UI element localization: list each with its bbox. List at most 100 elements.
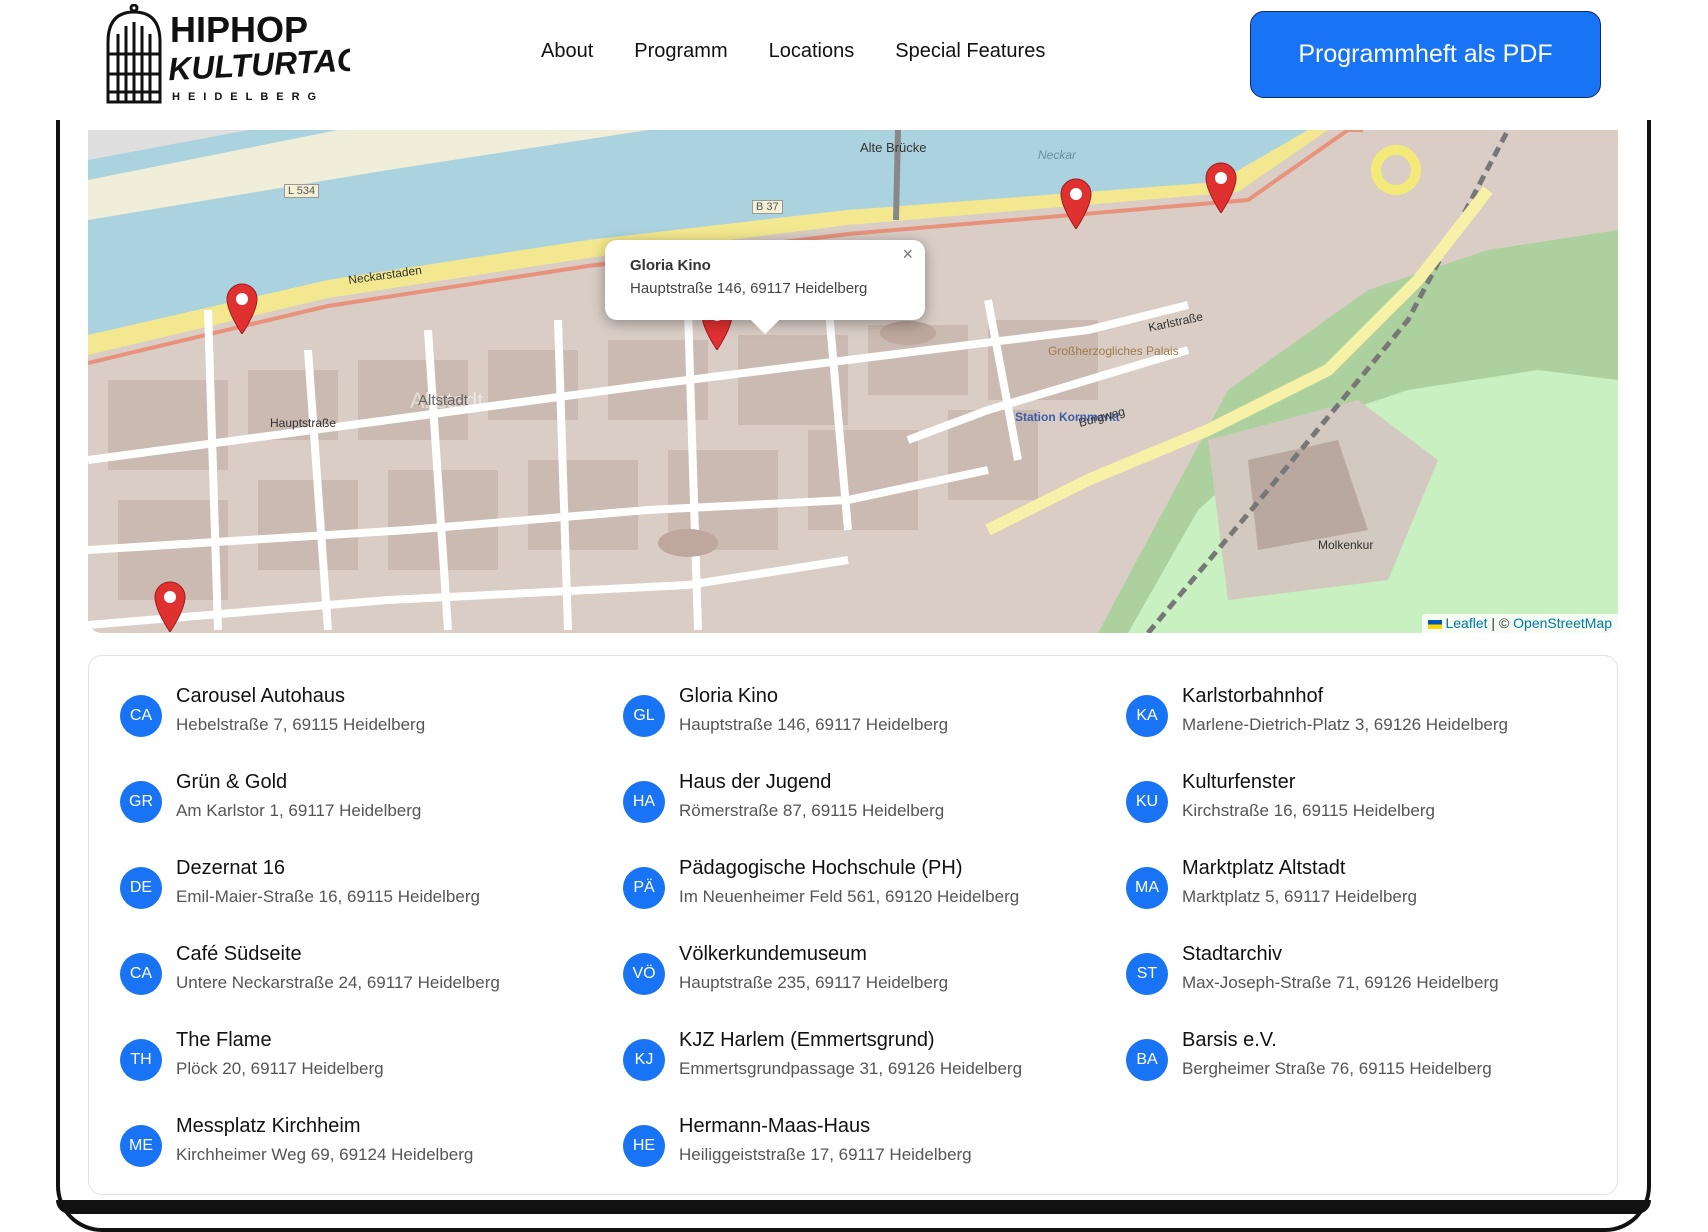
- list-item[interactable]: CA Café Südseite Untere Neckarstraße 24, 6…: [89, 943, 569, 1029]
- location-badge: GL: [623, 695, 665, 737]
- location-badge: VÖ: [623, 953, 665, 995]
- location-badge: HE: [623, 1125, 665, 1167]
- location-address: Emmertsgrundpassage 31, 69126 Heidelberg: [679, 1059, 1023, 1078]
- location-name: Karlstorbahnhof: [1182, 685, 1324, 707]
- location-address: Hauptstraße 235, 69117 Heidelberg: [679, 973, 949, 992]
- location-name: Kulturfenster: [1182, 771, 1296, 793]
- location-badge: HA: [623, 781, 665, 823]
- list-item[interactable]: TH The Flame Plöck 20, 69117 Heidelberg: [89, 1029, 569, 1115]
- location-badge: DE: [120, 867, 162, 909]
- location-badge: KA: [1126, 695, 1168, 737]
- list-item[interactable]: KU Kulturfenster Kirchstraße 16, 69115 Hei…: [1095, 771, 1575, 857]
- logo-text-hiphop: HIPHOP: [170, 9, 308, 50]
- location-badge: ST: [1126, 953, 1168, 995]
- map-marker[interactable]: [153, 580, 187, 632]
- map-label-l534: L 534: [284, 184, 320, 198]
- location-address: Am Karlstor 1, 69117 Heidelberg: [176, 801, 422, 820]
- location-name: Stadtarchiv: [1182, 943, 1283, 965]
- locations-column-3: KA Karlstorbahnhof Marlene-Dietrich-Platz …: [1095, 685, 1575, 1115]
- ukraine-flag-icon: [1428, 619, 1443, 629]
- location-name: Gloria Kino: [679, 685, 778, 707]
- location-name: Barsis e.V.: [1182, 1029, 1277, 1051]
- location-name: Pädagogische Hochschule (PH): [679, 857, 963, 879]
- list-item[interactable]: KJ KJZ Harlem (Emmertsgrund) Emmertsgrundp…: [592, 1029, 1072, 1115]
- nav-special-features[interactable]: Special Features: [895, 40, 1045, 63]
- programmheft-pdf-button[interactable]: Programmheft als PDF: [1250, 11, 1601, 98]
- list-item[interactable]: DE Dezernat 16 Emil-Maier-Straße 16, 69115…: [89, 857, 569, 943]
- locations-column-1: CA Carousel Autohaus Hebelstraße 7, 69115 …: [89, 685, 569, 1201]
- hiphop-kulturtage-logo[interactable]: HIPHOP KULTURTAGE HEIDELBERG: [100, 4, 350, 104]
- location-address: Römerstraße 87, 69115 Heidelberg: [679, 801, 945, 820]
- nav-locations[interactable]: Locations: [769, 40, 855, 63]
- location-name: Völkerkundemuseum: [679, 943, 867, 965]
- location-badge: MA: [1126, 867, 1168, 909]
- location-address: Plöck 20, 69117 Heidelberg: [176, 1059, 384, 1078]
- location-address: Kirchheimer Weg 69, 69124 Heidelberg: [176, 1145, 474, 1164]
- map-label-neckar: Neckar: [1038, 148, 1077, 162]
- location-name: Marktplatz Altstadt: [1182, 857, 1346, 879]
- list-item[interactable]: HA Haus der Jugend Römerstraße 87, 69115 H…: [592, 771, 1072, 857]
- location-name: The Flame: [176, 1029, 272, 1051]
- location-address: Im Neuenheimer Feld 561, 69120 Heidelber…: [679, 887, 1020, 906]
- site-header: HIPHOP KULTURTAGE HEIDELBERG About Progr…: [0, 0, 1708, 120]
- location-address: Untere Neckarstraße 24, 69117 Heidelberg: [176, 973, 500, 992]
- map-marker[interactable]: [225, 282, 259, 334]
- location-name: Grün & Gold: [176, 771, 288, 793]
- nav-about[interactable]: About: [541, 40, 593, 63]
- map-label-b37: B 37: [752, 200, 783, 214]
- attribution-separator: | ©: [1487, 615, 1514, 631]
- map-popup: Gloria Kino Hauptstraße 146, 69117 Heide…: [605, 240, 925, 335]
- location-badge: CA: [120, 695, 162, 737]
- location-name: Café Südseite: [176, 943, 302, 965]
- location-badge: CA: [120, 953, 162, 995]
- location-badge: GR: [120, 781, 162, 823]
- list-item[interactable]: VÖ Völkerkundemuseum Hauptstraße 235, 6911…: [592, 943, 1072, 1029]
- popup-title: Gloria Kino: [630, 257, 711, 274]
- list-item[interactable]: KA Karlstorbahnhof Marlene-Dietrich-Platz …: [1095, 685, 1575, 771]
- location-address: Bergheimer Straße 76, 69115 Heidelberg: [1182, 1059, 1492, 1078]
- list-item[interactable]: GR Grün & Gold Am Karlstor 1, 69117 Heidel…: [89, 771, 569, 857]
- location-address: Heiliggeiststraße 17, 69117 Heidelberg: [679, 1145, 972, 1164]
- map-label-hauptstrasse: Hauptstraße: [270, 416, 337, 430]
- location-badge: KJ: [623, 1039, 665, 1081]
- location-address: Hebelstraße 7, 69115 Heidelberg: [176, 715, 426, 734]
- popup-close-icon[interactable]: ×: [902, 244, 913, 265]
- location-name: Haus der Jugend: [679, 771, 832, 793]
- location-address: Emil-Maier-Straße 16, 69115 Heidelberg: [176, 887, 480, 906]
- location-badge: TH: [120, 1039, 162, 1081]
- map-label-molkenkur: Molkenkur: [1318, 538, 1374, 552]
- location-address: Kirchstraße 16, 69115 Heidelberg: [1182, 801, 1435, 820]
- list-item[interactable]: BA Barsis e.V. Bergheimer Straße 76, 69115…: [1095, 1029, 1575, 1115]
- popup-address: Hauptstraße 146, 69117 Heidelberg: [630, 280, 868, 297]
- logo-text-heidelberg: HEIDELBERG: [172, 91, 324, 103]
- map-label-altstadt: Altstadt: [418, 392, 469, 409]
- list-item[interactable]: CA Carousel Autohaus Hebelstraße 7, 69115 …: [89, 685, 569, 771]
- openstreetmap-link[interactable]: OpenStreetMap: [1513, 615, 1612, 631]
- location-name: Hermann-Maas-Haus: [679, 1115, 871, 1137]
- list-item[interactable]: MA Marktplatz Altstadt Marktplatz 5, 69117…: [1095, 857, 1575, 943]
- location-badge: BA: [1126, 1039, 1168, 1081]
- list-item[interactable]: ME Messplatz Kirchheim Kirchheimer Weg 69,…: [89, 1115, 569, 1201]
- main-nav: About Programm Locations Special Feature…: [541, 40, 1045, 63]
- device-frame-bottom: [56, 1200, 1651, 1214]
- map-label-alte-bruecke: Alte Brücke: [860, 140, 927, 155]
- locations-map[interactable]: Altstadt Alte Brücke Neckar Neckarstaden…: [88, 130, 1618, 633]
- location-name: Messplatz Kirchheim: [176, 1115, 361, 1137]
- location-badge: PÄ: [623, 867, 665, 909]
- map-label-grossherzogliches-palais: Großherzogliches Palais: [1048, 344, 1179, 358]
- location-address: Marlene-Dietrich-Platz 3, 69126 Heidelbe…: [1182, 715, 1508, 734]
- list-item[interactable]: GL Gloria Kino Hauptstraße 146, 69117 Heid…: [592, 685, 1072, 771]
- map-marker[interactable]: [1204, 161, 1238, 213]
- location-badge: KU: [1126, 781, 1168, 823]
- map-tiles: Altstadt: [88, 130, 1618, 633]
- list-item[interactable]: ST Stadtarchiv Max-Joseph-Straße 71, 69126…: [1095, 943, 1575, 1029]
- nav-programm[interactable]: Programm: [634, 40, 727, 63]
- leaflet-link[interactable]: Leaflet: [1445, 615, 1487, 631]
- map-attribution: Leaflet | © OpenStreetMap: [1422, 614, 1618, 633]
- map-marker[interactable]: [1059, 177, 1093, 229]
- location-name: Dezernat 16: [176, 857, 285, 879]
- location-name: Carousel Autohaus: [176, 685, 346, 707]
- list-item[interactable]: HE Hermann-Maas-Haus Heiliggeiststraße 17,…: [592, 1115, 1072, 1201]
- list-item[interactable]: PÄ Pädagogische Hochschule (PH) Im Neuenhe…: [592, 857, 1072, 943]
- locations-list: CA Carousel Autohaus Hebelstraße 7, 69115 …: [88, 655, 1618, 1195]
